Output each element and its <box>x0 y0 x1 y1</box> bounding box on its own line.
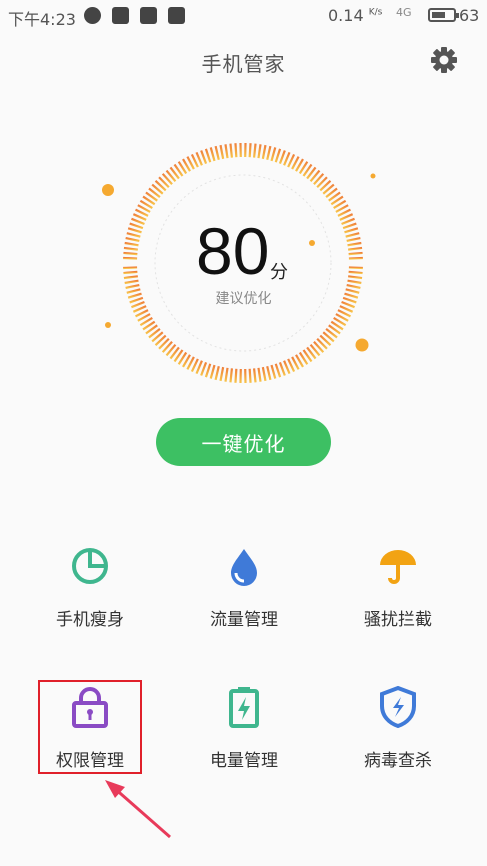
gauge-tick <box>278 150 286 165</box>
gauge-dot <box>102 184 114 196</box>
gauge-tick <box>219 366 225 382</box>
gauge-tick <box>125 236 140 243</box>
gauge-tick <box>123 256 138 260</box>
score-value: 80 <box>196 214 270 288</box>
gauge-tick <box>200 150 208 165</box>
gauge-tick <box>348 266 363 270</box>
gauge-tick <box>341 217 355 226</box>
score-subtitle: 建议优化 <box>215 291 272 307</box>
gauge-tick <box>348 270 363 275</box>
gauge-tick <box>348 251 363 256</box>
gauge-tick <box>209 364 216 379</box>
gauge-tick <box>348 256 363 260</box>
gauge-tick <box>123 270 138 275</box>
gauge-tick <box>257 144 262 159</box>
gauge-tick <box>261 366 267 382</box>
pie-chart-icon <box>72 548 108 584</box>
gauge-tick <box>127 227 142 234</box>
gauge-tick <box>214 145 220 161</box>
gauge-tick <box>204 363 212 378</box>
gauge-tick <box>266 365 272 381</box>
gauge-tick <box>224 367 229 382</box>
score-unit: 分 <box>270 262 288 283</box>
gauge-tick <box>348 246 363 251</box>
gauge-tick <box>270 364 277 379</box>
gauge-tick <box>348 275 363 280</box>
arrow-annotation <box>105 780 171 839</box>
tool-virus-scan[interactable]: 病毒查杀 <box>328 686 468 796</box>
gauge-tick <box>129 222 144 230</box>
gauge-tick <box>209 147 216 162</box>
gauge-tick <box>219 144 225 160</box>
gauge-tick <box>347 279 362 285</box>
one-click-optimize-button[interactable]: 一键优化 <box>156 418 331 466</box>
umbrella-icon <box>380 550 416 584</box>
gauge-tick <box>204 148 212 163</box>
gauge-dot <box>309 240 315 246</box>
gauge-tick <box>124 241 139 247</box>
gauge-tick <box>224 144 229 159</box>
gauge-tick <box>123 275 138 280</box>
gauge-tick <box>229 143 234 158</box>
highlight-box <box>38 680 142 774</box>
gauge-tick <box>346 236 361 243</box>
gauge-tick <box>345 232 360 238</box>
tool-label: 骚扰拦截 <box>364 610 432 630</box>
gauge-tick <box>274 363 282 378</box>
tool-label: 流量管理 <box>210 610 278 630</box>
gauge-tick <box>270 147 277 162</box>
gauge-tick <box>261 144 267 160</box>
gauge-tick <box>342 222 357 230</box>
gauge-dot <box>105 322 111 328</box>
score-gauge <box>102 143 376 383</box>
tool-label: 手机瘦身 <box>56 610 124 630</box>
gauge-dot <box>355 338 369 352</box>
tool-label: 电量管理 <box>210 751 278 771</box>
tool-harassment-block[interactable]: 骚扰拦截 <box>328 545 468 655</box>
gauge-tick <box>248 143 252 158</box>
tool-label: 病毒查杀 <box>364 751 432 771</box>
gauge-tick <box>124 279 139 285</box>
gauge-tick <box>123 266 138 270</box>
gauge-tick <box>234 368 238 383</box>
gauge-tick <box>278 361 286 376</box>
gauge-tick <box>200 361 208 376</box>
tool-battery-management[interactable]: 电量管理 <box>174 686 314 796</box>
gauge-tick <box>131 217 145 226</box>
gauge-dot <box>370 173 376 179</box>
gauge-tick <box>126 232 141 238</box>
gauge-tick <box>344 227 359 234</box>
water-drop-icon <box>231 549 257 586</box>
gauge-tick <box>266 145 272 161</box>
gauge-tick <box>274 148 282 163</box>
gauge-tick <box>123 251 138 256</box>
battery-charging-icon <box>229 687 259 728</box>
tool-data-management[interactable]: 流量管理 <box>174 545 314 655</box>
gauge-tick <box>248 368 252 383</box>
gauge-tick <box>252 368 257 383</box>
gauge-tick <box>252 143 257 158</box>
gauge-tick <box>347 241 362 247</box>
tool-phone-slim[interactable]: 手机瘦身 <box>20 545 160 655</box>
gauge-tick <box>229 368 234 383</box>
gauge-tick <box>214 365 220 381</box>
gauge-tick <box>257 367 262 382</box>
gauge-tick <box>234 143 238 158</box>
shield-icon <box>380 686 416 728</box>
gauge-tick <box>123 246 138 251</box>
